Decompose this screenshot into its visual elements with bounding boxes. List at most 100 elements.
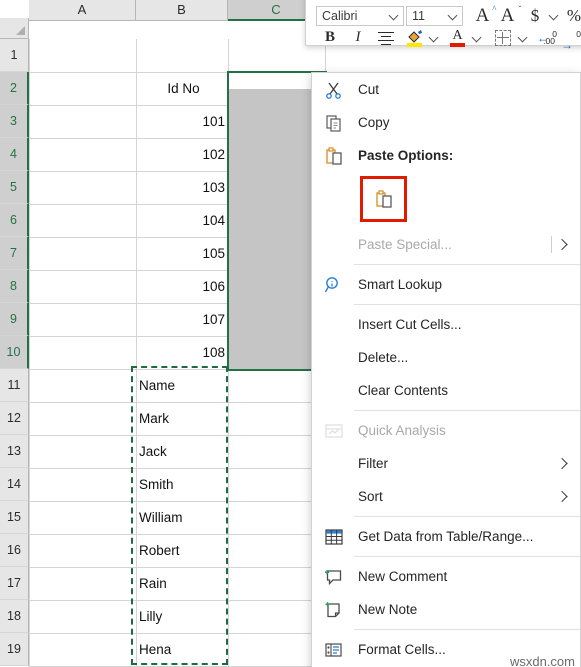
row-header-label: 8 — [10, 279, 17, 293]
row-header-16[interactable]: 16 — [0, 534, 29, 567]
cell-value: 104 — [202, 212, 225, 228]
row-header-12[interactable]: 12 — [0, 402, 29, 435]
menu-item-paste-options: Paste Options: — [312, 139, 580, 172]
row-header-5[interactable]: 5 — [0, 171, 29, 204]
cell-b9[interactable]: 107 — [136, 303, 228, 336]
menu-item-filter[interactable]: Filter — [312, 447, 580, 480]
increase-decimal-button[interactable]: ← 0 .00 — [535, 26, 559, 50]
menu-item-insert-cut-cells[interactable]: Insert Cut Cells... — [312, 308, 580, 341]
menu-item-new-note[interactable]: New Note — [312, 593, 580, 626]
cell-b7[interactable]: 105 — [136, 237, 228, 270]
cell-b8[interactable]: 106 — [136, 270, 228, 303]
row-header-label: 5 — [10, 180, 17, 194]
cell-value: 108 — [202, 344, 225, 360]
cell-b12[interactable]: Mark — [136, 402, 228, 435]
row-header-label: 3 — [10, 114, 17, 128]
menu-item-label: Cut — [358, 82, 380, 97]
align-center-icon — [378, 31, 394, 46]
menu-item-get-data[interactable]: Get Data from Table/Range... — [312, 520, 580, 553]
cell-b15[interactable]: William — [136, 501, 228, 534]
row-header-2[interactable]: 2 — [0, 72, 29, 105]
row-header-9[interactable]: 9 — [0, 303, 29, 336]
cell-b16[interactable]: Robert — [136, 534, 228, 567]
fill-color-icon — [406, 29, 423, 47]
row-header-label: 12 — [7, 411, 21, 425]
menu-separator — [354, 516, 580, 517]
cell-b11[interactable]: Name — [136, 369, 228, 402]
row-header-14[interactable]: 14 — [0, 468, 29, 501]
cell-b17[interactable]: Rain — [136, 567, 228, 600]
cell-b10[interactable]: 108 — [136, 336, 228, 369]
font-name-value: Calibri — [322, 8, 358, 23]
menu-item-copy[interactable]: Copy — [312, 106, 580, 139]
borders-dropdown-button[interactable] — [516, 26, 531, 50]
center-align-button[interactable] — [373, 26, 399, 50]
borders-button[interactable] — [489, 26, 516, 50]
row-header-11[interactable]: 11 — [0, 369, 29, 402]
column-header-a[interactable]: A — [29, 0, 136, 21]
italic-button[interactable]: I — [346, 26, 370, 50]
row-header-6[interactable]: 6 — [0, 204, 29, 237]
column-header-b[interactable]: B — [136, 0, 228, 21]
cell-b19[interactable]: Hena — [136, 633, 228, 666]
cell-b3[interactable]: 101 — [136, 105, 228, 138]
menu-item-new-comment[interactable]: New Comment — [312, 560, 580, 593]
cell-b18[interactable]: Lilly — [136, 600, 228, 633]
cell-value: Id No — [167, 80, 200, 96]
row-header-1[interactable]: 1 — [0, 39, 29, 72]
row-header-3[interactable]: 3 — [0, 105, 29, 138]
cell-b6[interactable]: 104 — [136, 204, 228, 237]
menu-item-label: Paste Special... — [358, 237, 452, 252]
borders-icon — [494, 29, 511, 46]
menu-item-label: Filter — [358, 456, 388, 471]
bold-button[interactable]: B — [318, 26, 342, 50]
cell-b13[interactable]: Jack — [136, 435, 228, 468]
row-header-19[interactable]: 19 — [0, 633, 29, 666]
excel-window: ABC 1 2 3 4 5 6 7 8 9 10 11 12 13 14 15 16 17 18 19 Id No 1… — [0, 0, 581, 667]
menu-item-cut[interactable]: Cut — [312, 73, 580, 106]
cell-value: 107 — [202, 311, 225, 327]
font-color-dropdown-button[interactable] — [470, 26, 485, 50]
row-header-15[interactable]: 15 — [0, 501, 29, 534]
menu-item-smart-lookup[interactable]: Smart Lookup — [312, 268, 580, 301]
select-all-corner[interactable] — [0, 18, 29, 39]
menu-item-label: Delete... — [358, 350, 409, 365]
cell-b4[interactable]: 102 — [136, 138, 228, 171]
paste-button[interactable] — [360, 176, 407, 222]
cell-b5[interactable]: 103 — [136, 171, 228, 204]
caret-up-icon: ^ — [492, 3, 497, 14]
menu-item-clear-contents[interactable]: Clear Contents — [312, 374, 580, 407]
bold-icon: B — [324, 29, 335, 45]
menu-item-quick-analysis: Quick Analysis — [312, 414, 580, 447]
menu-item-sort[interactable]: Sort — [312, 480, 580, 513]
format-cells-icon — [324, 640, 346, 660]
floating-mini-toolbar: Calibri 11 A ^ Aˇ $ % B I A ← 0 .00 → 0 — [305, 0, 581, 52]
row-header-10[interactable]: 10 — [0, 336, 29, 369]
chevron-down-icon — [448, 10, 459, 21]
row-header-label: 14 — [7, 477, 21, 491]
menu-item-paste-special: Paste Special... — [312, 228, 580, 261]
fill-color-button[interactable] — [401, 26, 427, 50]
cell-b14[interactable]: Smith — [136, 468, 228, 501]
row-header-7[interactable]: 7 — [0, 237, 29, 270]
cell-value: 101 — [202, 113, 225, 129]
row-header-18[interactable]: 18 — [0, 600, 29, 633]
font-color-letter: A — [452, 27, 463, 43]
menu-item-label: Copy — [358, 115, 390, 130]
row-header-label: 9 — [10, 312, 17, 326]
row-header-13[interactable]: 13 — [0, 435, 29, 468]
row-header-17[interactable]: 17 — [0, 567, 29, 600]
magnifier-info-icon — [324, 275, 346, 295]
menu-item-label: Smart Lookup — [358, 277, 443, 292]
row-header-4[interactable]: 4 — [0, 138, 29, 171]
decrease-decimal-button[interactable]: → 0 — [559, 26, 581, 52]
row-header-label: 2 — [10, 81, 17, 95]
font-color-button[interactable]: A — [445, 26, 470, 50]
row-header-8[interactable]: 8 — [0, 270, 29, 303]
fill-color-dropdown-button[interactable] — [427, 26, 442, 50]
increase-decimal-icon: ← 0 .00 — [537, 29, 557, 46]
menu-item-label: Paste Options: — [358, 148, 454, 163]
menu-item-delete[interactable]: Delete... — [312, 341, 580, 374]
cell-b2[interactable]: Id No — [136, 72, 228, 105]
decrease-decimal-icon: → 0 — [561, 29, 581, 52]
